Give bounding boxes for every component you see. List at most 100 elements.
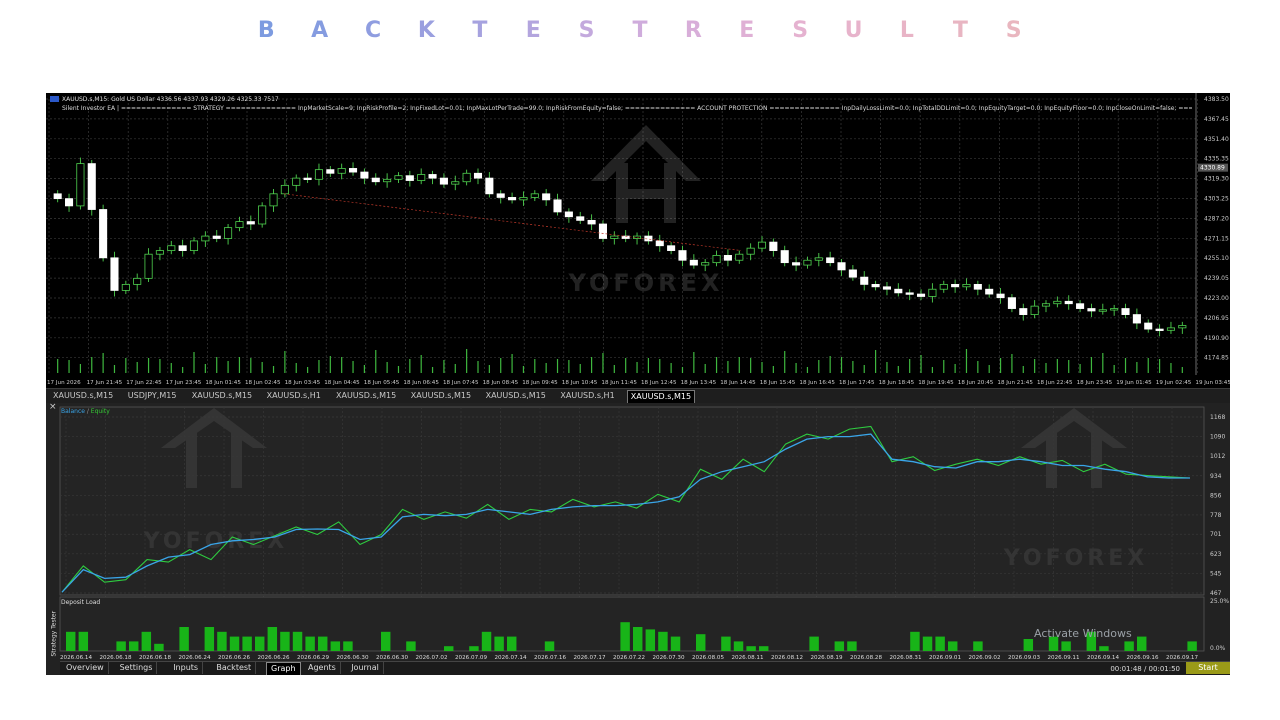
time-axis-label: 18 Jun 06:45 <box>403 380 439 386</box>
time-axis-label: 18 Jun 07:45 <box>443 380 479 386</box>
deposit-load-bar <box>1061 641 1071 651</box>
symbol-tab[interactable]: XAUUSD.s,M15 <box>333 390 399 402</box>
candle-body <box>337 168 346 174</box>
symbol-tab[interactable]: XAUUSD.s,M15 <box>483 390 549 402</box>
candle-body <box>1076 303 1085 309</box>
candle-body <box>246 221 255 225</box>
graph-y-label: 1090 <box>1210 434 1225 441</box>
time-axis-label: 18 Jun 02:45 <box>245 380 281 386</box>
candle-body <box>167 245 176 251</box>
deposit-load-bar <box>721 636 731 651</box>
deposit-load-bar <box>154 643 164 651</box>
tester-tab-journal[interactable]: Journal <box>347 662 384 674</box>
candle-body <box>746 247 755 255</box>
start-button[interactable]: Start <box>1186 662 1230 674</box>
title-letter: L <box>899 18 914 43</box>
candle-body <box>792 262 801 266</box>
candle-body <box>905 292 914 295</box>
symbol-tab[interactable]: XAUUSD.s,M15 <box>626 390 696 403</box>
deposit-load-bar <box>670 636 681 651</box>
time-axis-label: 18 Jun 19:45 <box>918 380 954 386</box>
candle-body <box>496 193 505 198</box>
time-axis-label: 18 Jun 08:45 <box>483 380 519 386</box>
deposit-load-bar <box>1099 646 1109 651</box>
candle-body <box>553 199 562 213</box>
strategy-tester-side-label: Strategy Tester <box>50 610 58 657</box>
time-axis-label: 17 Jun 22:45 <box>126 380 162 386</box>
price-axis-label: 4255.10 <box>1204 255 1229 262</box>
deposit-load-label-min: 0.0% <box>1210 645 1226 652</box>
candle-body <box>780 250 789 264</box>
strategy-tester-panel: YOFOREX YOFOREX 1168 1090 1012 934 856 778 701 62… <box>46 402 1230 675</box>
deposit-load-bar <box>242 636 252 651</box>
candle-body <box>76 163 85 207</box>
symbol-tab[interactable]: XAUUSD.s,M15 <box>50 390 116 402</box>
tester-tab-overview[interactable]: Overview <box>62 662 109 674</box>
tester-tab-agents[interactable]: Agents <box>304 662 341 674</box>
candle-body <box>462 172 471 183</box>
candle-body <box>701 262 710 266</box>
time-axis-label: 17 Jun 21:45 <box>87 380 123 386</box>
deposit-load-bar <box>633 627 643 651</box>
tester-tab-settings[interactable]: Settings <box>116 662 158 674</box>
candle-body <box>1166 327 1175 331</box>
candle-body <box>189 240 199 251</box>
price-axis-label: 4303.25 <box>1204 196 1229 203</box>
mt5-terminal-window: 4383.50 4367.45 4351.40 4335.35 4319.30 4303.… <box>46 93 1230 675</box>
deposit-load-bar <box>469 646 479 651</box>
candle-body <box>712 255 721 264</box>
candle-body <box>894 288 903 294</box>
candle-body <box>996 293 1005 299</box>
watermark-text: YOFOREX <box>567 269 723 297</box>
candle-body <box>201 235 210 242</box>
symbol-tab[interactable]: XAUUSD.s,H1 <box>557 390 617 402</box>
candle-body <box>65 198 74 207</box>
candle-body <box>1041 303 1051 307</box>
graph-y-label: 1012 <box>1210 453 1225 460</box>
watermark-text: YOFOREX <box>1003 546 1149 571</box>
candle-body <box>917 293 926 297</box>
price-axis-label: 4319.30 <box>1204 176 1229 183</box>
time-axis-label: 17 Jun 23:45 <box>166 380 202 386</box>
deposit-load-bar <box>696 634 706 651</box>
deposit-load-bar <box>973 641 983 651</box>
symbol-tab[interactable]: XAUUSD.s,M15 <box>408 390 474 402</box>
close-icon[interactable]: × <box>49 402 57 412</box>
tester-tab-graph[interactable]: Graph <box>266 662 301 675</box>
candle-body <box>349 168 358 173</box>
deposit-load-bar <box>116 641 126 651</box>
price-axis-label: 4287.20 <box>1204 215 1229 222</box>
candle-body <box>564 211 573 218</box>
tester-tab-inputs[interactable]: Inputs <box>169 662 204 674</box>
candle-body <box>1007 297 1016 309</box>
candle-body <box>1144 322 1153 330</box>
deposit-load-bar <box>330 641 341 651</box>
price-axis-label: 4239.05 <box>1204 275 1229 282</box>
tester-tab-backtest[interactable]: Backtest <box>212 662 257 674</box>
candle-body <box>326 169 335 174</box>
expert-icon <box>50 96 59 102</box>
candle-body <box>508 197 517 201</box>
candle-body <box>1064 300 1073 305</box>
deposit-load-bar <box>318 636 328 651</box>
candle-body <box>110 257 119 291</box>
time-axis-label: 18 Jun 03:45 <box>285 380 321 386</box>
candle-body <box>1132 314 1141 324</box>
price-axis-label: 4271.15 <box>1204 235 1229 242</box>
watermark-pillar-left <box>186 433 197 488</box>
deposit-load-bar <box>1137 636 1147 651</box>
candle-body <box>53 193 62 200</box>
time-axis-label: 18 Jun 18:45 <box>879 380 915 386</box>
candle-body <box>871 283 880 288</box>
price-chart[interactable]: 4383.50 4367.45 4351.40 4335.35 4319.30 4303.… <box>46 93 1230 388</box>
candle-body <box>962 283 971 288</box>
symbol-tab[interactable]: XAUUSD.s,M15 <box>189 390 255 402</box>
test-timer: 00:01:48 / 00:01:50 <box>1110 665 1180 673</box>
graph-y-label: 545 <box>1210 570 1222 577</box>
candle-body <box>1053 300 1062 305</box>
title-letter: E <box>525 18 541 43</box>
symbol-tab[interactable]: USDJPY,M15 <box>125 390 180 402</box>
deposit-load-bar <box>255 636 265 651</box>
symbol-tab[interactable]: XAUUSD.s,H1 <box>264 390 324 402</box>
candle-body <box>678 250 687 261</box>
